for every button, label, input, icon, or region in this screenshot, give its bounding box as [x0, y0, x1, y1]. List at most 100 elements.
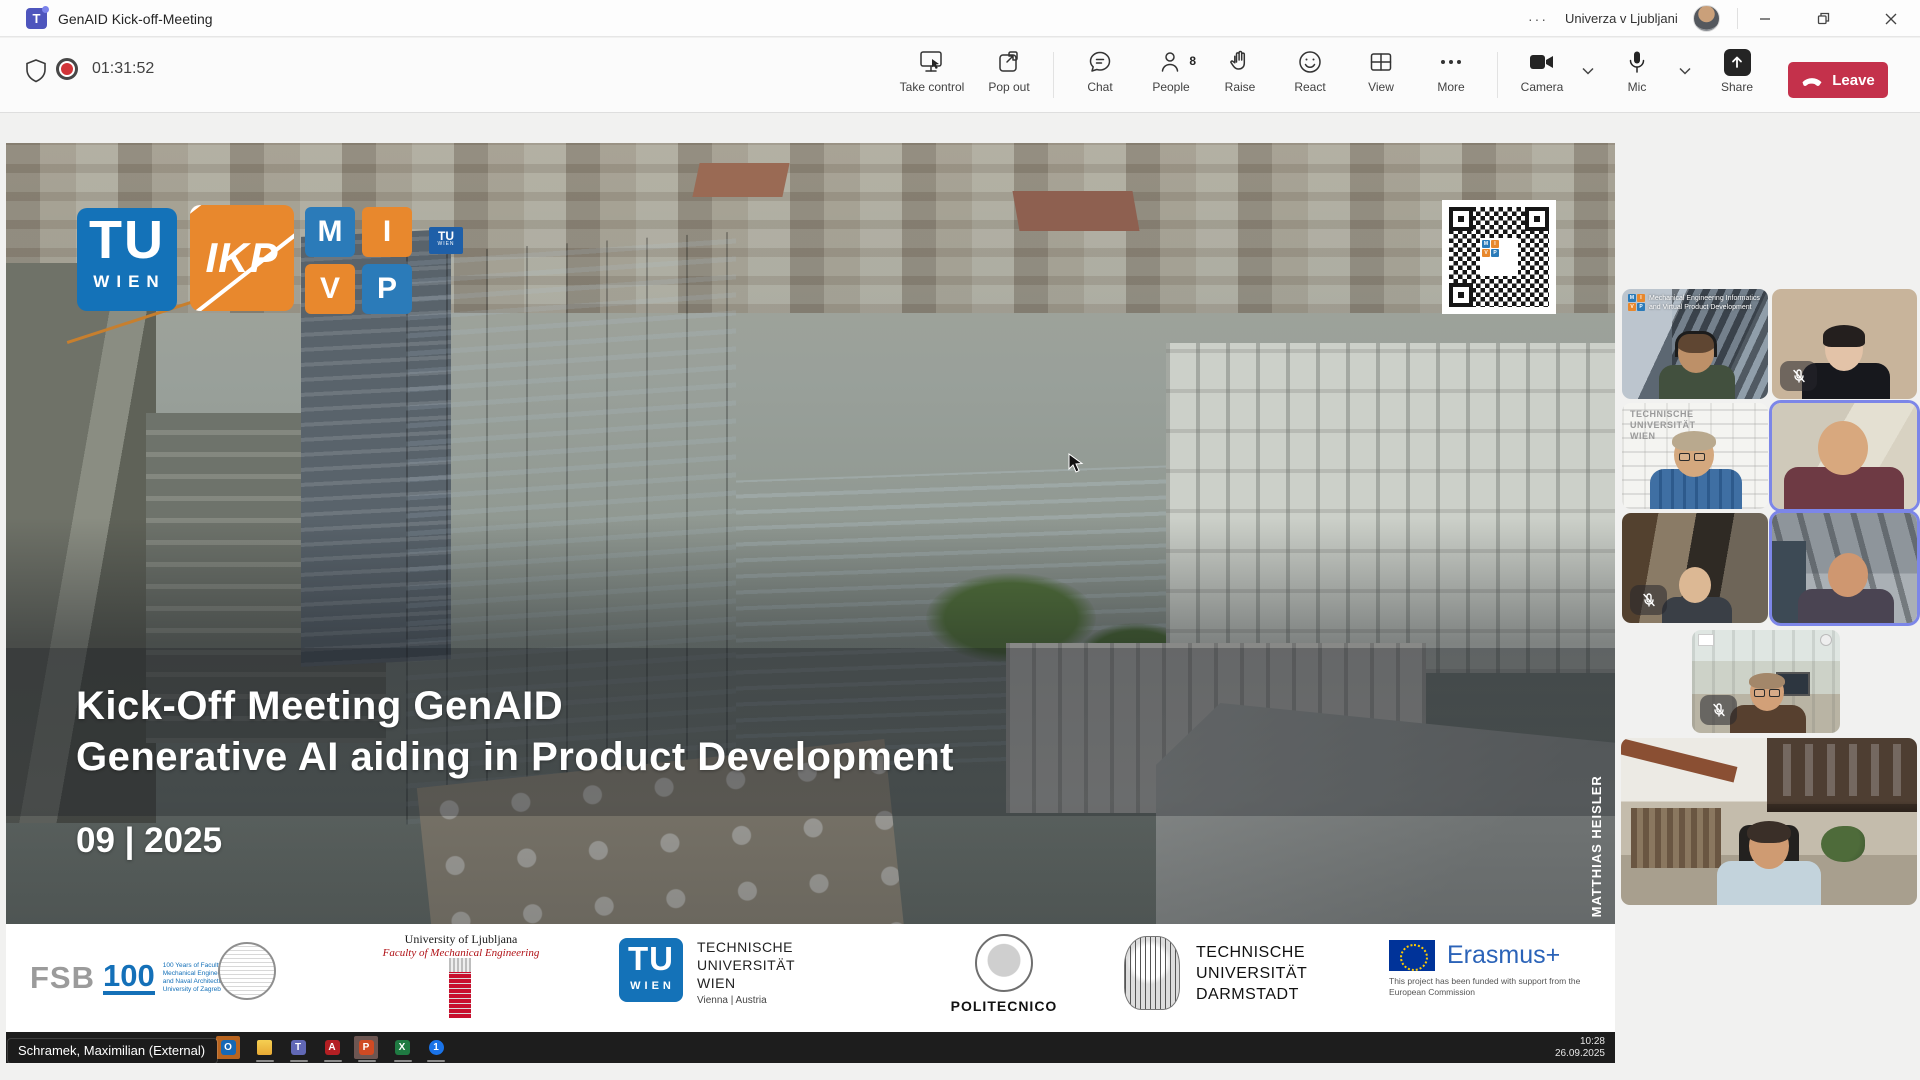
- take-control-label: Take control: [900, 80, 965, 94]
- account-avatar[interactable]: [1693, 5, 1720, 32]
- tu-wien-logo: TU WIEN: [77, 208, 177, 311]
- react-label: React: [1294, 80, 1325, 94]
- qr-finder: [1525, 207, 1549, 231]
- onepassword-icon[interactable]: 1: [424, 1036, 448, 1059]
- acrobat-icon[interactable]: A: [320, 1036, 344, 1059]
- more-icon: [1441, 48, 1461, 76]
- close-button[interactable]: [1868, 0, 1914, 37]
- take-control-icon: [918, 48, 946, 76]
- restore-button[interactable]: [1800, 0, 1846, 37]
- glasses: [1679, 453, 1705, 461]
- mivp-logo: M I V P: [305, 207, 413, 315]
- file-explorer-icon[interactable]: [252, 1036, 276, 1059]
- pop-out-button[interactable]: Pop out: [966, 48, 1052, 104]
- mic-button[interactable]: Mic: [1594, 48, 1680, 104]
- mic-muted-icon: [1780, 361, 1817, 391]
- account-name[interactable]: Univerza v Ljubljani: [1565, 0, 1678, 37]
- tu-wien-strip-logo: TU WIEN TECHNISCHE UNIVERSITÄT WIEN Vien…: [619, 938, 795, 1006]
- participant-tile[interactable]: MI VP Mechanical Engineering Informatics…: [1622, 289, 1768, 399]
- camera-icon: [1528, 48, 1556, 76]
- chat-icon: [1087, 48, 1113, 76]
- teams-app-icon: T: [26, 8, 47, 29]
- ljubljana-building-mark: [449, 972, 471, 1018]
- partner-logo-strip: FSB 100 100 Years of Faculty of Mechanic…: [6, 924, 1615, 1032]
- tu-darmstadt-logo: TECHNISCHE UNIVERSITÄT DARMSTADT: [1124, 936, 1307, 1010]
- toolbar-divider: [1497, 52, 1498, 98]
- taskbar-clock[interactable]: 10:28 26.09.2025: [1555, 1036, 1605, 1060]
- presenter-taskbar: O T A P X 1 10:28 26.09.2025: [6, 1032, 1615, 1063]
- tu-building-sign: TU WIEN: [429, 227, 463, 254]
- meeting-toolbar: 01:31:52 Take control Pop out Chat 8: [0, 38, 1920, 113]
- slide-title-line2: Generative AI aiding in Product Developm…: [76, 732, 954, 783]
- mivp-mini-logo: MI VP: [1628, 294, 1645, 311]
- participant-tile-active-speaker[interactable]: [1772, 403, 1917, 509]
- erasmus-funding-note: This project has been funded with suppor…: [1389, 976, 1580, 998]
- participant-tile[interactable]: [1622, 513, 1768, 623]
- minimize-button[interactable]: [1742, 0, 1788, 37]
- people-icon: [1158, 48, 1184, 76]
- mouse-cursor: [1068, 453, 1084, 478]
- shared-screen-stage[interactable]: TU WIEN IKP M I V P TU WIEN: [6, 143, 1615, 1063]
- share-label: Share: [1721, 80, 1753, 94]
- people-label: People: [1152, 80, 1189, 94]
- taskbar-time: 10:28: [1555, 1036, 1605, 1048]
- teams-taskbar-icon[interactable]: T: [286, 1036, 310, 1059]
- qr-code: MI VP: [1442, 200, 1556, 314]
- photo-credit: © MATTHIAS HEISLER: [1589, 698, 1607, 924]
- close-icon: [1885, 13, 1897, 25]
- react-icon: [1297, 48, 1323, 76]
- people-count-badge: 8: [1189, 54, 1196, 68]
- leave-button[interactable]: Leave: [1788, 62, 1888, 98]
- teams-meeting-window: T GenAID Kick-off-Meeting ··· Univerza v…: [0, 0, 1920, 1080]
- glasses: [1754, 689, 1780, 697]
- politecnico-logo: POLITECNICO: [944, 934, 1064, 1014]
- mic-muted-icon: [1700, 695, 1737, 725]
- ikp-logo: IKP: [190, 205, 294, 311]
- athena-head-mark: [1124, 936, 1180, 1010]
- restore-icon: [1817, 12, 1830, 25]
- mic-label: Mic: [1628, 80, 1647, 94]
- view-icon: [1368, 48, 1394, 76]
- powerpoint-icon[interactable]: P: [354, 1036, 378, 1059]
- taskbar-date: 26.09.2025: [1555, 1048, 1605, 1060]
- meeting-timer: 01:31:52: [92, 60, 154, 78]
- mic-options-chevron[interactable]: [1674, 60, 1696, 82]
- share-button[interactable]: Share: [1694, 48, 1780, 104]
- window-title: GenAID Kick-off-Meeting: [58, 0, 213, 37]
- fsb-100-logo: FSB 100 100 Years of Faculty of Mechanic…: [30, 960, 232, 996]
- camera-label: Camera: [1521, 80, 1564, 94]
- toolbar-divider: [1053, 52, 1054, 98]
- more-button[interactable]: More: [1408, 48, 1494, 104]
- presenter-name-tag: Schramek, Maximilian (External): [8, 1039, 217, 1063]
- participant-tile[interactable]: [1692, 630, 1840, 733]
- qr-mivp-center: MI VP: [1480, 238, 1518, 276]
- virtual-background-caption: MI VP Mechanical Engineering Informatics…: [1628, 294, 1760, 312]
- raise-hand-label: Raise: [1225, 80, 1256, 94]
- take-control-button[interactable]: Take control: [889, 48, 975, 104]
- participant-tile-large[interactable]: [1621, 738, 1917, 905]
- participant-tile-active-speaker[interactable]: [1772, 513, 1917, 623]
- qr-finder: [1449, 283, 1473, 307]
- pop-out-label: Pop out: [988, 80, 1029, 94]
- share-icon: [1724, 48, 1751, 76]
- outlook-icon[interactable]: O: [216, 1036, 240, 1059]
- titlebar-more-menu[interactable]: ···: [1528, 0, 1548, 37]
- window-titlebar: T GenAID Kick-off-Meeting ··· Univerza v…: [0, 0, 1920, 37]
- slide-photo-vienna-aerial: TU WIEN IKP M I V P TU WIEN: [6, 143, 1615, 924]
- participant-tile[interactable]: [1772, 289, 1917, 399]
- hang-up-icon: [1801, 74, 1823, 86]
- headset: [1675, 331, 1717, 357]
- slide-title: Kick-Off Meeting GenAID Generative AI ai…: [76, 681, 954, 783]
- mic-icon: [1624, 48, 1650, 76]
- participant-tile[interactable]: TECHNISCHE UNIVERSITÄT WIEN: [1622, 403, 1768, 509]
- camera-button[interactable]: Camera: [1499, 48, 1585, 104]
- excel-icon[interactable]: X: [390, 1036, 414, 1059]
- slide-date: 09 | 2025: [76, 821, 222, 861]
- erasmus-plus-logo: Erasmus+ This project has been funded wi…: [1389, 940, 1580, 998]
- minimize-icon: [1759, 13, 1771, 25]
- slide-title-line1: Kick-Off Meeting GenAID: [76, 681, 954, 732]
- pop-out-icon: [996, 48, 1022, 76]
- chat-label: Chat: [1087, 80, 1112, 94]
- qr-finder: [1449, 207, 1473, 231]
- security-shield-icon[interactable]: [24, 58, 48, 89]
